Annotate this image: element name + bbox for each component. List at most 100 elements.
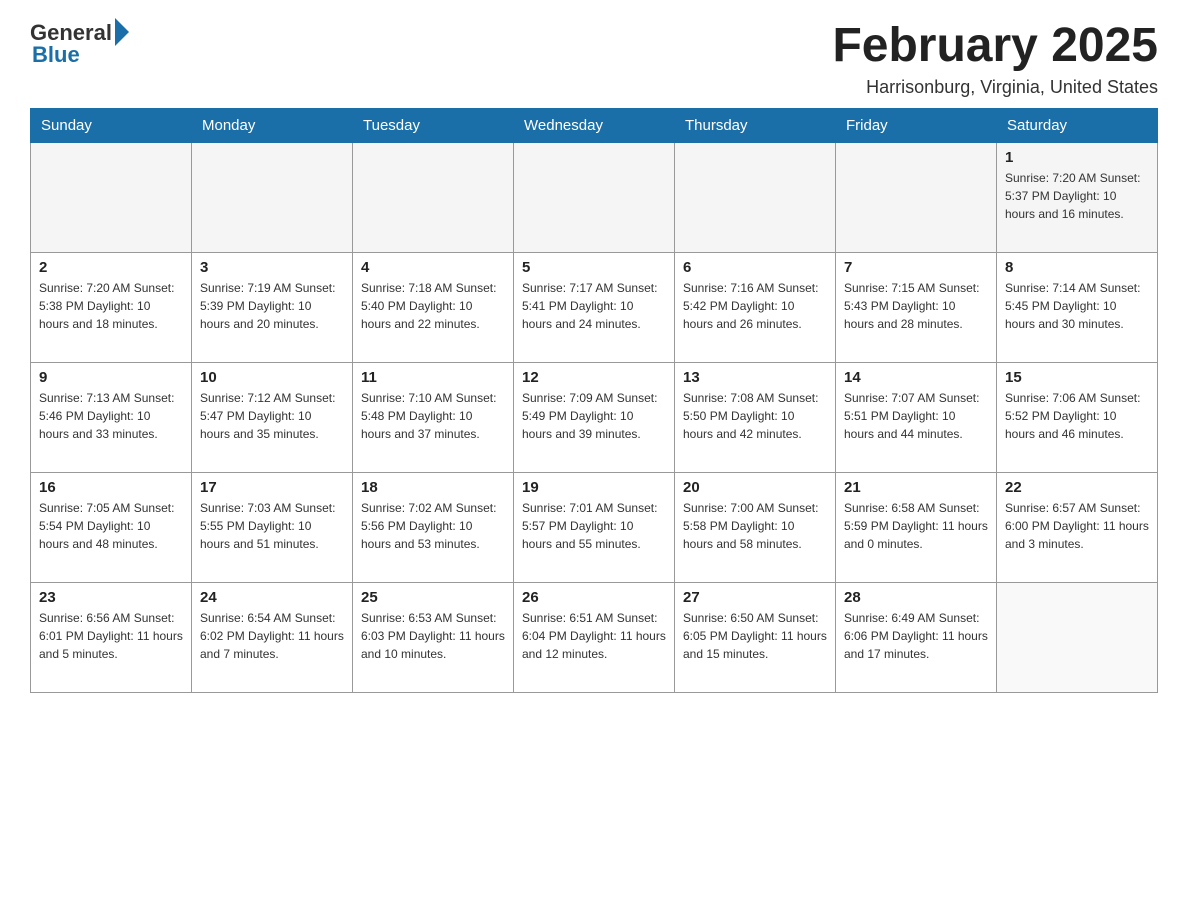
calendar-cell: 6 Sunrise: 7:16 AM Sunset: 5:42 PM Daylig… bbox=[675, 252, 836, 362]
calendar-cell: 9 Sunrise: 7:13 AM Sunset: 5:46 PM Daylig… bbox=[31, 362, 192, 472]
day-number: 12 bbox=[522, 369, 666, 386]
calendar-cell: 24 Sunrise: 6:54 AM Sunset: 6:02 PM Dayli… bbox=[192, 582, 353, 692]
day-number: 25 bbox=[361, 589, 505, 606]
calendar-table: SundayMondayTuesdayWednesdayThursdayFrid… bbox=[30, 108, 1158, 693]
day-number: 27 bbox=[683, 589, 827, 606]
calendar-week-row: 2 Sunrise: 7:20 AM Sunset: 5:38 PM Daylig… bbox=[31, 252, 1158, 362]
logo: General Blue bbox=[30, 20, 129, 68]
day-info: Sunrise: 7:03 AM Sunset: 5:55 PM Dayligh… bbox=[200, 499, 344, 553]
day-info: Sunrise: 7:15 AM Sunset: 5:43 PM Dayligh… bbox=[844, 279, 988, 333]
calendar-cell bbox=[675, 142, 836, 252]
day-info: Sunrise: 6:58 AM Sunset: 5:59 PM Dayligh… bbox=[844, 499, 988, 553]
day-info: Sunrise: 6:56 AM Sunset: 6:01 PM Dayligh… bbox=[39, 609, 183, 663]
day-number: 28 bbox=[844, 589, 988, 606]
day-number: 4 bbox=[361, 259, 505, 276]
day-info: Sunrise: 7:19 AM Sunset: 5:39 PM Dayligh… bbox=[200, 279, 344, 333]
day-info: Sunrise: 6:49 AM Sunset: 6:06 PM Dayligh… bbox=[844, 609, 988, 663]
calendar-cell: 22Sunrise: 6:57 AM Sunset: 6:00 PM Dayli… bbox=[997, 472, 1158, 582]
day-number: 16 bbox=[39, 479, 183, 496]
column-header-sunday: Sunday bbox=[31, 108, 192, 142]
day-info: Sunrise: 7:16 AM Sunset: 5:42 PM Dayligh… bbox=[683, 279, 827, 333]
day-info: Sunrise: 7:08 AM Sunset: 5:50 PM Dayligh… bbox=[683, 389, 827, 443]
calendar-cell: 14Sunrise: 7:07 AM Sunset: 5:51 PM Dayli… bbox=[836, 362, 997, 472]
day-number: 15 bbox=[1005, 369, 1149, 386]
calendar-cell: 1 Sunrise: 7:20 AM Sunset: 5:37 PM Daylig… bbox=[997, 142, 1158, 252]
day-number: 9 bbox=[39, 369, 183, 386]
calendar-cell: 20 Sunrise: 7:00 AM Sunset: 5:58 PM Dayli… bbox=[675, 472, 836, 582]
location-text: Harrisonburg, Virginia, United States bbox=[832, 77, 1158, 98]
day-info: Sunrise: 6:57 AM Sunset: 6:00 PM Dayligh… bbox=[1005, 499, 1149, 553]
calendar-cell: 7 Sunrise: 7:15 AM Sunset: 5:43 PM Daylig… bbox=[836, 252, 997, 362]
day-number: 19 bbox=[522, 479, 666, 496]
day-number: 8 bbox=[1005, 259, 1149, 276]
day-info: Sunrise: 7:13 AM Sunset: 5:46 PM Dayligh… bbox=[39, 389, 183, 443]
day-info: Sunrise: 7:06 AM Sunset: 5:52 PM Dayligh… bbox=[1005, 389, 1149, 443]
day-info: Sunrise: 7:07 AM Sunset: 5:51 PM Dayligh… bbox=[844, 389, 988, 443]
calendar-week-row: 1 Sunrise: 7:20 AM Sunset: 5:37 PM Daylig… bbox=[31, 142, 1158, 252]
column-header-monday: Monday bbox=[192, 108, 353, 142]
column-header-tuesday: Tuesday bbox=[353, 108, 514, 142]
calendar-cell: 17 Sunrise: 7:03 AM Sunset: 5:55 PM Dayli… bbox=[192, 472, 353, 582]
calendar-week-row: 16 Sunrise: 7:05 AM Sunset: 5:54 PM Dayli… bbox=[31, 472, 1158, 582]
calendar-cell: 27Sunrise: 6:50 AM Sunset: 6:05 PM Dayli… bbox=[675, 582, 836, 692]
calendar-cell: 5Sunrise: 7:17 AM Sunset: 5:41 PM Daylig… bbox=[514, 252, 675, 362]
day-info: Sunrise: 7:20 AM Sunset: 5:37 PM Dayligh… bbox=[1005, 169, 1149, 223]
day-number: 17 bbox=[200, 479, 344, 496]
calendar-cell: 4 Sunrise: 7:18 AM Sunset: 5:40 PM Daylig… bbox=[353, 252, 514, 362]
calendar-cell: 8 Sunrise: 7:14 AM Sunset: 5:45 PM Daylig… bbox=[997, 252, 1158, 362]
day-info: Sunrise: 7:02 AM Sunset: 5:56 PM Dayligh… bbox=[361, 499, 505, 553]
day-info: Sunrise: 7:00 AM Sunset: 5:58 PM Dayligh… bbox=[683, 499, 827, 553]
day-number: 7 bbox=[844, 259, 988, 276]
calendar-cell: 23Sunrise: 6:56 AM Sunset: 6:01 PM Dayli… bbox=[31, 582, 192, 692]
day-number: 24 bbox=[200, 589, 344, 606]
day-info: Sunrise: 7:14 AM Sunset: 5:45 PM Dayligh… bbox=[1005, 279, 1149, 333]
calendar-cell: 3Sunrise: 7:19 AM Sunset: 5:39 PM Daylig… bbox=[192, 252, 353, 362]
column-header-wednesday: Wednesday bbox=[514, 108, 675, 142]
day-number: 13 bbox=[683, 369, 827, 386]
day-info: Sunrise: 6:53 AM Sunset: 6:03 PM Dayligh… bbox=[361, 609, 505, 663]
calendar-cell bbox=[353, 142, 514, 252]
day-number: 2 bbox=[39, 259, 183, 276]
day-info: Sunrise: 7:10 AM Sunset: 5:48 PM Dayligh… bbox=[361, 389, 505, 443]
page-header: General Blue February 2025 Harrisonburg,… bbox=[30, 20, 1158, 98]
calendar-header-row: SundayMondayTuesdayWednesdayThursdayFrid… bbox=[31, 108, 1158, 142]
calendar-cell: 13 Sunrise: 7:08 AM Sunset: 5:50 PM Dayli… bbox=[675, 362, 836, 472]
calendar-cell: 19 Sunrise: 7:01 AM Sunset: 5:57 PM Dayli… bbox=[514, 472, 675, 582]
calendar-cell: 12 Sunrise: 7:09 AM Sunset: 5:49 PM Dayli… bbox=[514, 362, 675, 472]
calendar-cell: 18 Sunrise: 7:02 AM Sunset: 5:56 PM Dayli… bbox=[353, 472, 514, 582]
day-info: Sunrise: 6:54 AM Sunset: 6:02 PM Dayligh… bbox=[200, 609, 344, 663]
calendar-week-row: 23Sunrise: 6:56 AM Sunset: 6:01 PM Dayli… bbox=[31, 582, 1158, 692]
calendar-cell: 28 Sunrise: 6:49 AM Sunset: 6:06 PM Dayli… bbox=[836, 582, 997, 692]
calendar-cell: 25 Sunrise: 6:53 AM Sunset: 6:03 PM Dayli… bbox=[353, 582, 514, 692]
calendar-cell: 21 Sunrise: 6:58 AM Sunset: 5:59 PM Dayli… bbox=[836, 472, 997, 582]
column-header-thursday: Thursday bbox=[675, 108, 836, 142]
calendar-cell bbox=[31, 142, 192, 252]
day-info: Sunrise: 7:05 AM Sunset: 5:54 PM Dayligh… bbox=[39, 499, 183, 553]
day-info: Sunrise: 7:01 AM Sunset: 5:57 PM Dayligh… bbox=[522, 499, 666, 553]
calendar-cell bbox=[836, 142, 997, 252]
day-number: 18 bbox=[361, 479, 505, 496]
day-number: 6 bbox=[683, 259, 827, 276]
calendar-cell bbox=[997, 582, 1158, 692]
calendar-week-row: 9 Sunrise: 7:13 AM Sunset: 5:46 PM Daylig… bbox=[31, 362, 1158, 472]
calendar-cell: 16 Sunrise: 7:05 AM Sunset: 5:54 PM Dayli… bbox=[31, 472, 192, 582]
day-number: 20 bbox=[683, 479, 827, 496]
title-section: February 2025 Harrisonburg, Virginia, Un… bbox=[832, 20, 1158, 98]
calendar-cell: 10Sunrise: 7:12 AM Sunset: 5:47 PM Dayli… bbox=[192, 362, 353, 472]
day-number: 1 bbox=[1005, 149, 1149, 166]
calendar-cell bbox=[514, 142, 675, 252]
day-info: Sunrise: 7:09 AM Sunset: 5:49 PM Dayligh… bbox=[522, 389, 666, 443]
calendar-cell: 26 Sunrise: 6:51 AM Sunset: 6:04 PM Dayli… bbox=[514, 582, 675, 692]
day-info: Sunrise: 7:18 AM Sunset: 5:40 PM Dayligh… bbox=[361, 279, 505, 333]
logo-blue-text: Blue bbox=[32, 42, 80, 68]
day-number: 21 bbox=[844, 479, 988, 496]
calendar-cell: 2 Sunrise: 7:20 AM Sunset: 5:38 PM Daylig… bbox=[31, 252, 192, 362]
day-number: 26 bbox=[522, 589, 666, 606]
day-info: Sunrise: 7:17 AM Sunset: 5:41 PM Dayligh… bbox=[522, 279, 666, 333]
day-info: Sunrise: 7:20 AM Sunset: 5:38 PM Dayligh… bbox=[39, 279, 183, 333]
month-title: February 2025 bbox=[832, 20, 1158, 73]
column-header-saturday: Saturday bbox=[997, 108, 1158, 142]
day-info: Sunrise: 7:12 AM Sunset: 5:47 PM Dayligh… bbox=[200, 389, 344, 443]
calendar-cell: 11Sunrise: 7:10 AM Sunset: 5:48 PM Dayli… bbox=[353, 362, 514, 472]
day-info: Sunrise: 6:51 AM Sunset: 6:04 PM Dayligh… bbox=[522, 609, 666, 663]
